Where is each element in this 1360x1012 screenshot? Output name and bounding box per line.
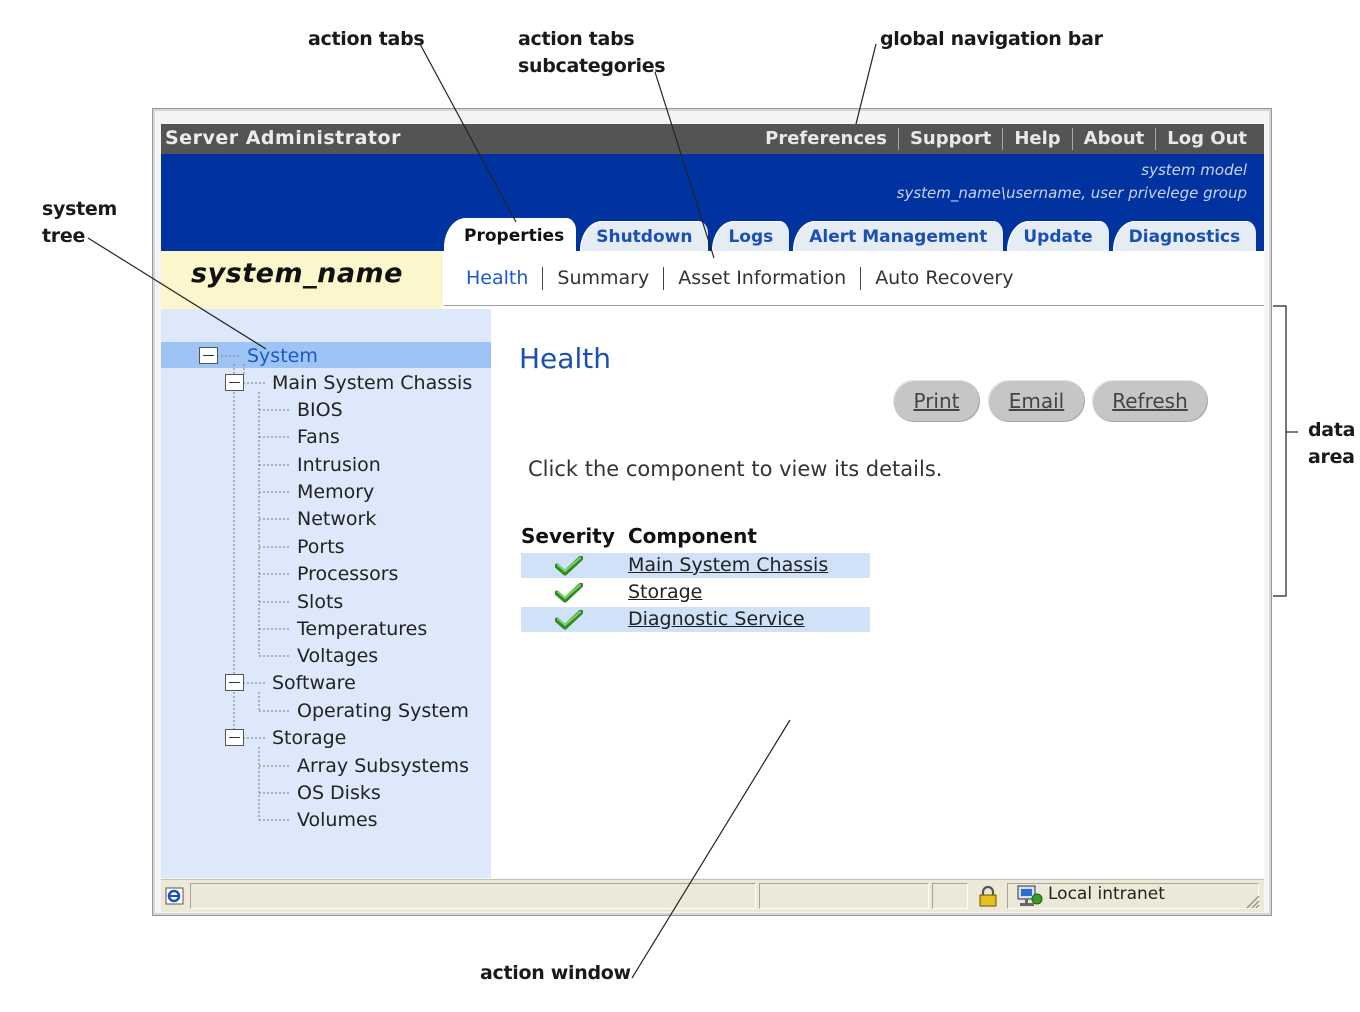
tree-item-system[interactable]: System (247, 344, 318, 368)
zone-label: Local intranet (1048, 884, 1165, 904)
local-intranet-icon (1017, 885, 1043, 906)
page-content: Server Administrator Preferences Support… (161, 124, 1264, 878)
annotation-data-area-line1: data (1308, 419, 1356, 441)
tree-item-ports[interactable]: Ports (297, 535, 345, 559)
annotation-action-tabs-subcategories-line2: subcategories (518, 55, 666, 77)
print-button[interactable]: Print (893, 380, 980, 422)
ie-page-icon (165, 887, 184, 905)
instructions-text: Click the component to view its details. (528, 457, 943, 481)
subtab-auto-recovery[interactable]: Auto Recovery (861, 267, 1027, 289)
global-nav-logout[interactable]: Log Out (1156, 124, 1258, 154)
ok-check-icon (555, 556, 583, 576)
tab-shutdown[interactable]: Shutdown (580, 221, 709, 251)
tree-item-voltages[interactable]: Voltages (297, 644, 378, 668)
tree-item-operating-system[interactable]: Operating System (297, 699, 469, 723)
table-row: Diagnostic Service (521, 607, 870, 632)
tree-item-fans[interactable]: Fans (297, 425, 340, 449)
tree-item-main-system-chassis[interactable]: Main System Chassis (272, 371, 472, 395)
tab-properties[interactable]: Properties (444, 218, 577, 251)
ok-check-icon (555, 583, 583, 603)
annotation-system-tree-line2: tree (42, 225, 86, 247)
action-tabs: Properties Shutdown Logs Alert Managemen… (444, 218, 1260, 251)
tree-item-array-subsystems[interactable]: Array Subsystems (297, 754, 469, 778)
tab-logs[interactable]: Logs (712, 221, 790, 251)
subtab-summary[interactable]: Summary (543, 267, 663, 289)
action-tab-subcategories: Health Summary Asset Information Auto Re… (444, 251, 1264, 306)
global-navigation-bar: Server Administrator Preferences Support… (161, 124, 1264, 154)
annotation-system-tree-line1: system (42, 198, 117, 220)
annotation-action-tabs: action tabs (308, 28, 425, 50)
subtab-asset-information[interactable]: Asset Information (664, 267, 860, 289)
lock-icon (979, 885, 997, 907)
system-model-text: system model (1141, 161, 1247, 179)
tree-item-network[interactable]: Network (297, 507, 376, 531)
user-privilege-text: system_name\username, user privelege gro… (896, 184, 1247, 202)
global-nav-preferences[interactable]: Preferences (754, 124, 898, 154)
resize-grip-icon[interactable] (1244, 893, 1260, 909)
page-title: Health (519, 342, 611, 375)
global-nav-support[interactable]: Support (899, 124, 1002, 154)
system-name: system_name (191, 258, 403, 289)
tree-item-bios[interactable]: BIOS (297, 398, 343, 422)
tree-item-memory[interactable]: Memory (297, 480, 374, 504)
email-button[interactable]: Email (988, 380, 1085, 422)
tree-item-volumes[interactable]: Volumes (297, 808, 378, 832)
status-progress-panel (759, 883, 929, 909)
tree-item-intrusion[interactable]: Intrusion (297, 453, 381, 477)
global-nav-help[interactable]: Help (1003, 124, 1071, 154)
system-tree: System Main System Chassis BIOS Fans Int… (161, 309, 491, 878)
app-title: Server Administrator (165, 127, 401, 149)
status-text-panel (190, 883, 756, 909)
browser-window: Server Administrator Preferences Support… (152, 108, 1272, 916)
tree-item-software[interactable]: Software (272, 671, 356, 695)
tree-item-processors[interactable]: Processors (297, 562, 398, 586)
system-name-box: system_name (161, 251, 443, 309)
tree-item-storage[interactable]: Storage (272, 726, 346, 750)
tree-item-os-disks[interactable]: OS Disks (297, 781, 381, 805)
component-link-main-system-chassis[interactable]: Main System Chassis (628, 553, 828, 578)
annotation-data-area-line2: area (1308, 446, 1355, 468)
component-link-diagnostic-service[interactable]: Diagnostic Service (628, 607, 805, 632)
table-row: Main System Chassis (521, 553, 870, 578)
user-info: system model system_name\username, user … (897, 159, 1247, 205)
table-header-component: Component (628, 524, 757, 548)
annotation-action-window: action window (480, 962, 631, 984)
browser-status-bar: Local intranet (161, 879, 1264, 912)
subtab-health[interactable]: Health (466, 267, 542, 289)
annotation-global-navigation-bar: global navigation bar (880, 28, 1103, 50)
global-nav-about[interactable]: About (1073, 124, 1156, 154)
tree-collapse-toggle-storage[interactable] (225, 729, 244, 746)
header-band: system model system_name\username, user … (161, 154, 1264, 251)
tab-alert-management[interactable]: Alert Management (793, 221, 1004, 251)
tree-collapse-toggle-system[interactable] (199, 347, 218, 364)
component-link-storage[interactable]: Storage (628, 580, 702, 605)
status-empty-panel (932, 883, 968, 909)
tree-collapse-toggle-software[interactable] (225, 674, 244, 691)
annotation-action-tabs-subcategories-line1: action tabs (518, 28, 635, 50)
ok-check-icon (555, 610, 583, 630)
global-nav-links: Preferences Support Help About Log Out (754, 124, 1258, 154)
tree-item-temperatures[interactable]: Temperatures (297, 617, 427, 641)
table-row: Storage (521, 580, 870, 605)
table-header-severity: Severity (521, 524, 615, 548)
tree-collapse-toggle-chassis[interactable] (225, 374, 244, 391)
tab-update[interactable]: Update (1007, 221, 1109, 251)
refresh-button[interactable]: Refresh (1092, 380, 1208, 422)
tree-item-slots[interactable]: Slots (297, 590, 343, 614)
data-area: Health Print Email Refresh Click the com… (491, 309, 1264, 878)
tab-diagnostics[interactable]: Diagnostics (1112, 221, 1257, 251)
